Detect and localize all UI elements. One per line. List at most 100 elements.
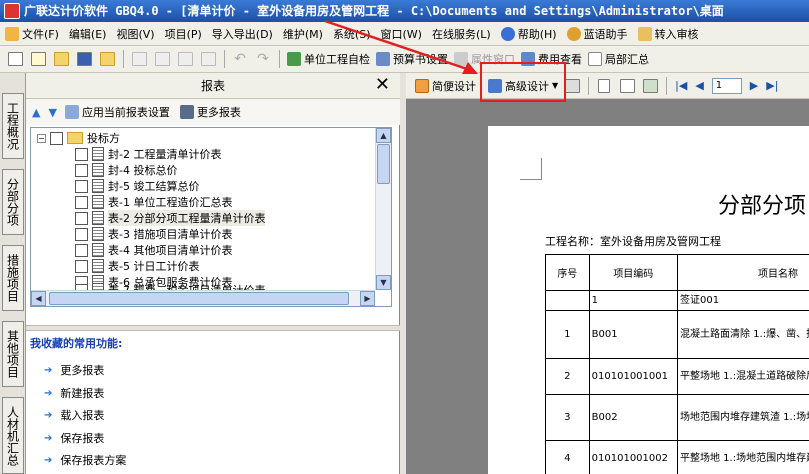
collapse-icon[interactable]: − xyxy=(37,133,46,143)
report-doc-icon xyxy=(92,243,104,257)
fav-load-report[interactable]: ➔ 载入报表 xyxy=(44,407,104,423)
tree-checkbox[interactable] xyxy=(75,243,88,257)
scroll-right-icon[interactable]: ▶ xyxy=(360,291,375,306)
close-icon[interactable]: ✕ xyxy=(375,75,390,95)
tree-checkbox[interactable] xyxy=(50,131,63,145)
scroll-up-icon[interactable]: ▲ xyxy=(376,128,391,143)
menu-window[interactable]: 窗口(W) xyxy=(376,23,427,45)
report-doc-icon xyxy=(92,179,104,193)
budget-settings-button[interactable]: 预算书设置 xyxy=(373,48,451,70)
grid-icon xyxy=(415,78,429,93)
favorites-title: 我收藏的常用功能: xyxy=(30,337,123,350)
prev-page-icon[interactable]: ◀ xyxy=(695,79,703,92)
save-button[interactable] xyxy=(73,48,95,70)
copy-button[interactable] xyxy=(151,48,173,70)
open-button[interactable] xyxy=(50,48,72,70)
table-row: 3 B002 场地范围内堆存建筑渣 1.:场地范围内堆存建筑渣 (长33m*宽1… xyxy=(545,394,809,441)
open-folder-icon xyxy=(53,52,69,66)
menu-system[interactable]: 系统(S) xyxy=(328,23,376,45)
tree-checkbox[interactable] xyxy=(75,211,88,225)
multi-page-button[interactable] xyxy=(639,75,661,97)
multi-page-icon xyxy=(642,78,658,93)
cut-button[interactable] xyxy=(128,48,150,70)
tree-item[interactable]: 封-2 工程量清单计价表 xyxy=(75,146,221,162)
paste-button[interactable] xyxy=(174,48,196,70)
delete-button[interactable] xyxy=(197,48,219,70)
menu-help[interactable]: 帮助(H) xyxy=(496,23,562,45)
two-page-button[interactable] xyxy=(616,75,638,97)
binoculars-icon xyxy=(179,105,194,119)
panel-splitter[interactable] xyxy=(26,325,400,331)
report-doc-icon xyxy=(92,147,104,161)
single-page-button[interactable] xyxy=(593,75,615,97)
tab-measures[interactable]: 措施项目 xyxy=(2,245,24,311)
last-page-icon[interactable]: ▶| xyxy=(766,79,778,92)
tree-checkbox[interactable] xyxy=(75,147,88,161)
undo-button[interactable]: ↶ xyxy=(229,48,251,70)
page-margin-mark xyxy=(520,158,542,180)
tab-project-overview[interactable]: 工程概况 xyxy=(2,93,24,159)
tree-item[interactable]: 表-4 其他项目清单计价表 xyxy=(75,242,232,258)
move-down-icon[interactable]: ▼ xyxy=(48,106,56,119)
tree-checkbox[interactable] xyxy=(75,179,88,193)
report-page: 分部分项 工程名称：室外设备用房及管网工程 序号 项目编码 项目名称 1 签证0… xyxy=(488,126,809,474)
tree-item-selected[interactable]: 表-2 分部分项工程量清单计价表 xyxy=(75,210,266,226)
menu-view[interactable]: 视图(V) xyxy=(111,23,159,45)
menu-maintain[interactable]: 维护(M) xyxy=(278,23,328,45)
scroll-left-icon[interactable]: ◀ xyxy=(31,291,46,306)
fav-new-report[interactable]: ➔ 新建报表 xyxy=(44,385,104,401)
tab-labor-material-summary[interactable]: 人材机汇总 xyxy=(2,397,24,474)
scrollbar-thumb[interactable] xyxy=(49,292,349,305)
menu-project[interactable]: 项目(P) xyxy=(160,23,207,45)
toolbar-separator xyxy=(588,76,590,95)
tree-horizontal-scrollbar[interactable]: ◀ ▶ xyxy=(31,290,375,306)
tree-vertical-scrollbar[interactable]: ▲ ▼ xyxy=(375,128,391,290)
arrow-right-icon: ➔ xyxy=(44,387,53,399)
scroll-down-icon[interactable]: ▼ xyxy=(376,275,391,290)
more-reports-button[interactable]: 更多报表 xyxy=(197,104,241,120)
tree-item[interactable]: 封-5 竣工结算总价 xyxy=(75,178,199,194)
unit-cost-check-button[interactable]: 单位工程自检 xyxy=(284,48,373,70)
copy-icon xyxy=(154,52,170,66)
header-code: 项目编码 xyxy=(588,254,678,291)
new-project-button[interactable] xyxy=(27,48,49,70)
fav-save-report[interactable]: ➔ 保存报表 xyxy=(44,430,104,446)
page-number-input[interactable]: 1 xyxy=(711,77,742,94)
fav-more-reports[interactable]: ➔ 更多报表 xyxy=(44,362,104,378)
apply-settings-button[interactable]: 应用当前报表设置 xyxy=(82,104,170,120)
report-doc-icon xyxy=(92,195,104,209)
fav-save-report-scheme[interactable]: ➔ 保存报表方案 xyxy=(44,452,126,468)
new-button[interactable] xyxy=(4,48,26,70)
tree-item[interactable]: 表-3 措施项目清单计价表 xyxy=(75,226,232,242)
simple-design-button[interactable]: 简便设计 xyxy=(412,75,479,97)
tree-checkbox[interactable] xyxy=(75,259,88,273)
tree-checkbox[interactable] xyxy=(75,195,88,209)
tab-sections[interactable]: 分部分项 xyxy=(2,169,24,235)
arrow-right-icon: ➔ xyxy=(44,409,53,421)
tree-checkbox[interactable] xyxy=(75,227,88,241)
redo-button[interactable]: ↷ xyxy=(252,48,274,70)
menu-import-export[interactable]: 导入导出(D) xyxy=(207,23,278,45)
highlight-box xyxy=(480,62,566,102)
tree-checkbox[interactable] xyxy=(75,163,88,177)
tree-item[interactable]: 封-4 投标总价 xyxy=(75,162,177,178)
menu-online-service[interactable]: 在线服务(L) xyxy=(427,23,496,45)
tree-root[interactable]: − 投标方 xyxy=(37,130,120,146)
tab-other-items[interactable]: 其他项目 xyxy=(2,321,24,387)
undo-icon: ↶ xyxy=(234,51,246,67)
local-summary-button[interactable]: 局部汇总 xyxy=(585,48,652,70)
file-icon xyxy=(5,26,19,41)
report-panel-tools: ▲ ▼ 应用当前报表设置 更多报表 xyxy=(26,99,400,125)
menu-audit[interactable]: 转入审核 xyxy=(633,23,704,45)
tree-item[interactable]: 表-5 计日工计价表 xyxy=(75,258,199,274)
save-all-button[interactable] xyxy=(96,48,118,70)
tree-item[interactable]: 表-1 单位工程造价汇总表 xyxy=(75,194,232,210)
menu-file[interactable]: 文件(F) xyxy=(0,23,64,45)
move-up-icon[interactable]: ▲ xyxy=(32,106,40,119)
scrollbar-thumb[interactable] xyxy=(377,144,390,184)
menu-assistant[interactable]: 蓝语助手 xyxy=(562,23,633,45)
next-page-icon[interactable]: ▶ xyxy=(750,79,758,92)
menu-edit[interactable]: 编辑(E) xyxy=(64,23,112,45)
report-panel-title: 报表 xyxy=(200,79,225,93)
first-page-icon[interactable]: |◀ xyxy=(675,79,687,92)
